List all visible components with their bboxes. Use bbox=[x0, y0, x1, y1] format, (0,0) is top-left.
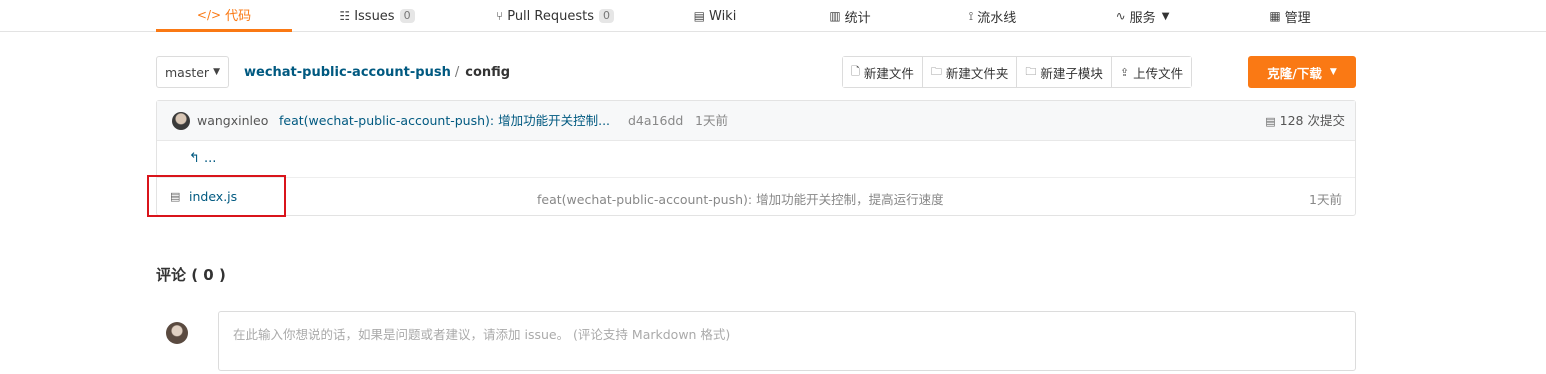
file-actions: 🗋 新建文件 🗀 新建文件夹 🗀 新建子模块 ⇪ 上传文件 bbox=[842, 56, 1193, 88]
breadcrumb: wechat-public-account-push / config bbox=[244, 62, 510, 82]
file-plus-icon: 🗋 bbox=[851, 64, 860, 78]
tab-services[interactable]: ∿ 服务 ▼ bbox=[1100, 0, 1185, 32]
chevron-down-icon: ▼ bbox=[213, 67, 220, 77]
new-submodule-button[interactable]: 🗀 新建子模块 bbox=[1017, 57, 1112, 87]
commit-count-label: 128 次提交 bbox=[1279, 113, 1345, 128]
pull-request-icon: ⑂ bbox=[496, 9, 504, 23]
file-icon: ▤ bbox=[170, 190, 181, 203]
issues-icon: ☷ bbox=[339, 9, 351, 23]
new-folder-label: 新建文件夹 bbox=[945, 65, 1009, 81]
new-submodule-label: 新建子模块 bbox=[1040, 65, 1103, 81]
wiki-icon: ▤ bbox=[693, 9, 705, 23]
tab-code-label: 代码 bbox=[225, 9, 252, 24]
clone-download-label: 克隆/下载 bbox=[1267, 65, 1322, 81]
file-tree: wangxinleo feat(wechat-public-account-pu… bbox=[156, 100, 1356, 216]
new-folder-button[interactable]: 🗀 新建文件夹 bbox=[922, 57, 1018, 87]
pull-requests-count-badge: 0 bbox=[599, 9, 614, 23]
latest-commit-bar: wangxinleo feat(wechat-public-account-pu… bbox=[157, 101, 1355, 141]
stats-icon: ▥ bbox=[829, 9, 841, 23]
comment-input[interactable] bbox=[219, 312, 1355, 370]
chevron-down-icon: ▼ bbox=[1329, 67, 1337, 77]
list-item: ↰ ... bbox=[157, 141, 1355, 178]
clone-download-button[interactable]: 克隆/下载 ▼ bbox=[1248, 56, 1356, 88]
branch-select[interactable]: master ▼ bbox=[156, 56, 229, 88]
upload-file-label: 上传文件 bbox=[1133, 65, 1184, 81]
parent-directory-link[interactable]: ↰ ... bbox=[189, 151, 216, 166]
new-file-button[interactable]: 🗋 新建文件 bbox=[843, 57, 923, 87]
tab-pull-requests-label: Pull Requests bbox=[507, 8, 594, 24]
file-commit-time: 1天前 bbox=[1309, 192, 1342, 207]
commit-time: 1天前 bbox=[695, 113, 728, 128]
folder-plus-icon: 🗀 bbox=[930, 64, 942, 78]
commit-author[interactable]: wangxinleo bbox=[197, 113, 268, 129]
avatar bbox=[166, 322, 188, 344]
breadcrumb-current-folder: config bbox=[465, 64, 511, 80]
services-icon: ∿ bbox=[1115, 9, 1126, 23]
tab-pipeline[interactable]: ⟟ 流水线 bbox=[950, 0, 1035, 32]
upload-icon: ⇪ bbox=[1119, 65, 1130, 79]
branch-name: master bbox=[164, 64, 210, 80]
new-file-label: 新建文件 bbox=[863, 65, 914, 81]
tab-issues-label: Issues bbox=[354, 8, 395, 24]
file-commit-message-link[interactable]: feat(wechat-public-account-push): 增加功能开关… bbox=[537, 189, 944, 208]
tab-manage[interactable]: ▦ 管理 bbox=[1255, 0, 1325, 32]
commit-count-link[interactable]: ▤ 128 次提交 bbox=[1265, 113, 1345, 130]
upload-file-button[interactable]: ⇪ 上传文件 bbox=[1111, 57, 1192, 87]
file-name-link[interactable]: index.js bbox=[189, 189, 237, 204]
tab-services-label: 服务 bbox=[1129, 10, 1156, 26]
chevron-down-icon: ▼ bbox=[1161, 10, 1170, 22]
manage-icon: ▦ bbox=[1269, 9, 1281, 23]
list-item: ▤ index.js feat(wechat-public-account-pu… bbox=[157, 178, 1355, 216]
breadcrumb-separator: / bbox=[454, 64, 460, 80]
breadcrumb-repo-link[interactable]: wechat-public-account-push bbox=[244, 65, 451, 80]
code-icon: </> bbox=[196, 7, 222, 22]
tab-manage-label: 管理 bbox=[1284, 10, 1311, 26]
tab-wiki-label: Wiki bbox=[709, 8, 737, 24]
comments-title: 评论 ( 0 ) bbox=[156, 266, 226, 284]
repo-nav: </> 代码 ☷ Issues 0 ⑂ Pull Requests 0 ▤ Wi… bbox=[0, 0, 1546, 32]
commit-sha[interactable]: d4a16dd bbox=[628, 113, 683, 129]
tab-issues[interactable]: ☷ Issues 0 bbox=[322, 0, 432, 32]
issues-count-badge: 0 bbox=[399, 9, 415, 23]
submodule-icon: 🗀 bbox=[1025, 64, 1037, 78]
tab-stats[interactable]: ▥ 统计 bbox=[815, 0, 885, 32]
tab-pipeline-label: 流水线 bbox=[977, 10, 1017, 26]
tab-wiki[interactable]: ▤ Wiki bbox=[680, 0, 750, 32]
tab-pull-requests[interactable]: ⑂ Pull Requests 0 bbox=[480, 0, 630, 32]
pipeline-icon: ⟟ bbox=[968, 8, 974, 23]
tab-code[interactable]: </> 代码 bbox=[156, 0, 292, 32]
history-icon: ▤ bbox=[1265, 115, 1276, 128]
comment-box bbox=[218, 311, 1356, 371]
avatar[interactable] bbox=[172, 112, 190, 130]
reply-arrow-icon: ↰ bbox=[189, 151, 200, 166]
tab-stats-label: 统计 bbox=[844, 10, 871, 26]
commit-message-link[interactable]: feat(wechat-public-account-push): 增加功能开关… bbox=[279, 113, 610, 129]
parent-directory-label: ... bbox=[204, 151, 217, 166]
